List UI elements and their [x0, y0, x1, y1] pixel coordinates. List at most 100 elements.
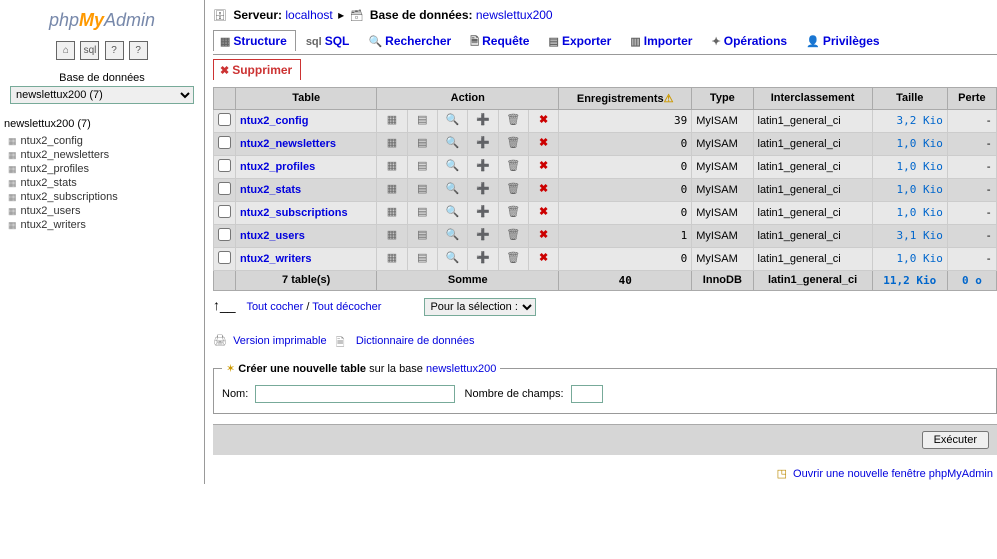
sidebar-table-link[interactable]: ntux2_writers: [21, 219, 86, 231]
row-checkbox[interactable]: [218, 228, 231, 241]
structure-icon[interactable]: ▤: [414, 251, 430, 267]
structure-icon[interactable]: ▤: [414, 159, 430, 175]
search-icon[interactable]: 🔍: [445, 205, 461, 221]
empty-icon[interactable]: 🗑: [505, 182, 521, 198]
tab-search[interactable]: 🔍Rechercher: [361, 30, 460, 51]
browse-icon[interactable]: ▦: [384, 205, 400, 221]
search-icon[interactable]: 🔍: [445, 228, 461, 244]
structure-icon[interactable]: ▤: [414, 113, 430, 129]
structure-icon[interactable]: ▤: [414, 205, 430, 221]
sidebar-table-link[interactable]: ntux2_newsletters: [21, 149, 110, 161]
fields-count-input[interactable]: [571, 385, 603, 403]
new-table-icon: ✶: [226, 363, 235, 375]
sidebar-table-link[interactable]: ntux2_subscriptions: [21, 191, 118, 203]
sql-icon[interactable]: sql: [80, 41, 99, 60]
tools-links: 🖨 Version imprimable 🗎 Dictionnaire de d…: [213, 326, 997, 356]
row-checkbox[interactable]: [218, 251, 231, 264]
table-name-link[interactable]: ntux2_newsletters: [240, 138, 336, 150]
table-name-link[interactable]: ntux2_stats: [240, 184, 301, 196]
browse-icon[interactable]: ▦: [384, 251, 400, 267]
insert-icon[interactable]: ➕: [475, 182, 491, 198]
insert-icon[interactable]: ➕: [475, 159, 491, 175]
col-rows: Enregistrements⚠: [559, 87, 692, 109]
server-link[interactable]: localhost: [285, 8, 332, 22]
collation-cell: latin1_general_ci: [753, 132, 872, 155]
structure-icon[interactable]: ▤: [414, 182, 430, 198]
tab-export[interactable]: ▤Exporter: [542, 30, 621, 51]
empty-icon[interactable]: 🗑: [505, 251, 521, 267]
tab-sql[interactable]: sqlSQL: [299, 30, 359, 51]
table-name-link[interactable]: ntux2_users: [240, 230, 305, 242]
tab-operations[interactable]: ✦Opérations: [705, 30, 797, 51]
tab-drop[interactable]: ✖Supprimer: [213, 59, 301, 80]
search-icon[interactable]: 🔍: [445, 136, 461, 152]
browse-icon[interactable]: ▦: [384, 113, 400, 129]
empty-icon[interactable]: 🗑: [505, 136, 521, 152]
search-icon[interactable]: 🔍: [445, 113, 461, 129]
search-icon[interactable]: 🔍: [445, 182, 461, 198]
row-checkbox[interactable]: [218, 182, 231, 195]
table-row: ntux2_users▦▤🔍➕🗑✖1MyISAMlatin1_general_c…: [214, 224, 997, 247]
drop-icon[interactable]: ✖: [536, 205, 552, 221]
table-name-link[interactable]: ntux2_subscriptions: [240, 207, 348, 219]
tab-query[interactable]: 🗎Requête: [463, 29, 538, 55]
tab-privileges[interactable]: 👤Privilèges: [799, 30, 888, 51]
browse-icon[interactable]: ▦: [384, 182, 400, 198]
col-type: Type: [692, 87, 753, 109]
structure-icon[interactable]: ▤: [414, 136, 430, 152]
drop-icon[interactable]: ✖: [536, 113, 552, 129]
overhead-cell: -: [947, 247, 996, 270]
row-checkbox[interactable]: [218, 113, 231, 126]
structure-icon[interactable]: ▤: [414, 228, 430, 244]
home-icon[interactable]: ⌂: [56, 41, 75, 60]
empty-icon[interactable]: 🗑: [505, 205, 521, 221]
insert-icon[interactable]: ➕: [475, 136, 491, 152]
sidebar-table-link[interactable]: ntux2_config: [21, 135, 83, 147]
table-name-link[interactable]: ntux2_config: [240, 115, 308, 127]
sidebar-table-link[interactable]: ntux2_profiles: [21, 163, 90, 175]
drop-icon[interactable]: ✖: [536, 136, 552, 152]
row-checkbox[interactable]: [218, 159, 231, 172]
search-icon[interactable]: 🔍: [445, 251, 461, 267]
db-link[interactable]: newslettux200: [476, 8, 553, 22]
tab-structure[interactable]: ▦Structure: [213, 30, 296, 51]
size-cell: 1,0 Kio: [872, 132, 947, 155]
tab-import[interactable]: ▥Importer: [623, 30, 701, 51]
uncheck-all-link[interactable]: Tout décocher: [312, 301, 381, 313]
collation-cell: latin1_general_ci: [753, 109, 872, 132]
browse-icon[interactable]: ▦: [384, 159, 400, 175]
search-icon[interactable]: 🔍: [445, 159, 461, 175]
execute-button[interactable]: Exécuter: [922, 431, 989, 449]
row-checkbox[interactable]: [218, 205, 231, 218]
drop-icon[interactable]: ✖: [536, 251, 552, 267]
sidebar-table-link[interactable]: ntux2_stats: [21, 177, 77, 189]
table-name-input[interactable]: [255, 385, 455, 403]
create-table-fieldset: ✶ Créer une nouvelle table sur la base n…: [213, 362, 997, 414]
drop-icon[interactable]: ✖: [536, 182, 552, 198]
dict-link[interactable]: Dictionnaire de données: [356, 335, 475, 347]
db-selector[interactable]: newslettux200 (7): [10, 86, 194, 104]
table-name-link[interactable]: ntux2_profiles: [240, 161, 315, 173]
empty-icon[interactable]: 🗑: [505, 228, 521, 244]
insert-icon[interactable]: ➕: [475, 205, 491, 221]
browse-icon[interactable]: ▦: [384, 228, 400, 244]
drop-icon[interactable]: ✖: [536, 159, 552, 175]
empty-icon[interactable]: 🗑: [505, 159, 521, 175]
print-link[interactable]: Version imprimable: [233, 335, 327, 347]
row-checkbox[interactable]: [218, 136, 231, 149]
docs-icon[interactable]: ?: [129, 41, 148, 60]
insert-icon[interactable]: ➕: [475, 113, 491, 129]
browse-icon[interactable]: ▦: [384, 136, 400, 152]
help-icon[interactable]: ?: [105, 41, 124, 60]
new-window-link[interactable]: Ouvrir une nouvelle fenêtre phpMyAdmin: [793, 468, 993, 480]
table-name-link[interactable]: ntux2_writers: [240, 253, 312, 265]
insert-icon[interactable]: ➕: [475, 251, 491, 267]
with-selected-select[interactable]: Pour la sélection :: [424, 298, 536, 316]
create-legend-db[interactable]: newslettux200: [426, 363, 496, 375]
drop-icon[interactable]: ✖: [536, 228, 552, 244]
check-all-link[interactable]: Tout cocher: [246, 301, 303, 313]
insert-icon[interactable]: ➕: [475, 228, 491, 244]
import-icon: ▥: [630, 36, 640, 48]
sidebar-table-link[interactable]: ntux2_users: [21, 205, 81, 217]
empty-icon[interactable]: 🗑: [505, 113, 521, 129]
